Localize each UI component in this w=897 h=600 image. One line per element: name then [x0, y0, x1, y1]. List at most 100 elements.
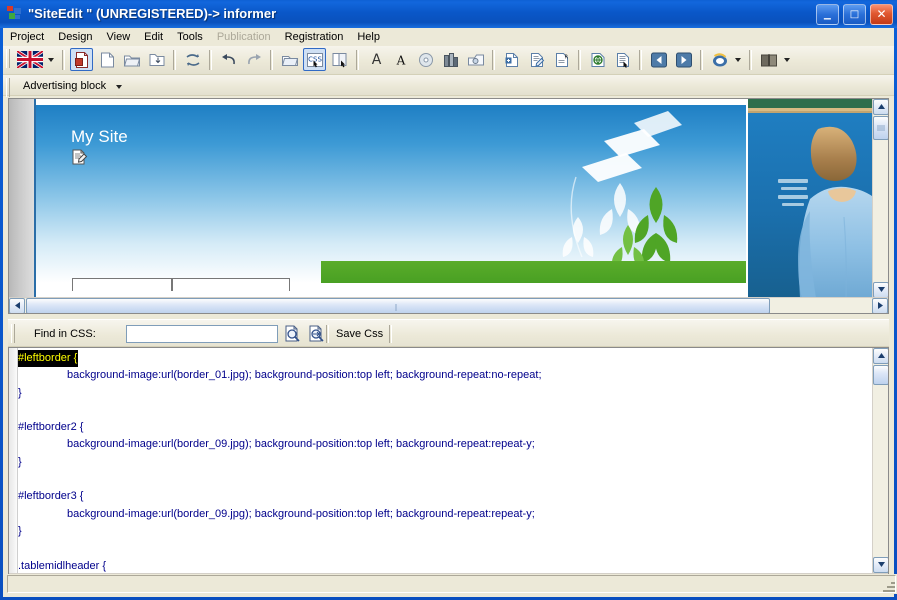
css-editor-text[interactable]: #leftborder {background-image:url(border…: [18, 350, 872, 573]
menu-item-tools[interactable]: Tools: [170, 28, 210, 46]
book-icon[interactable]: [757, 48, 780, 71]
preview-vertical-scroll-thumb[interactable]: [873, 116, 888, 140]
css-editor-icon[interactable]: CSS: [303, 48, 326, 71]
blocks-toolbar-grip[interactable]: [5, 78, 11, 99]
find-toolbar-separator: [326, 325, 329, 343]
undo-icon[interactable]: [217, 48, 240, 71]
preview-site-title: My Site: [71, 127, 128, 146]
css-line[interactable]: [18, 402, 872, 419]
upload-page-icon[interactable]: [464, 48, 487, 71]
save-document-icon[interactable]: [145, 48, 168, 71]
preview-horizontal-scroll-thumb[interactable]: [26, 298, 770, 313]
css-scroll-down-button[interactable]: [873, 557, 888, 573]
blocks-toolbar: Advertising block: [3, 75, 894, 99]
register-page-icon[interactable]: R: [550, 48, 573, 71]
css-line[interactable]: }: [18, 454, 872, 471]
css-line[interactable]: .tablemidlheader {: [18, 558, 872, 573]
css-scroll-up-button[interactable]: [873, 348, 888, 364]
menu-item-publication: Publication: [216, 31, 271, 43]
forward-arrow-icon[interactable]: [672, 48, 695, 71]
menu-item-registration[interactable]: Registration: [278, 28, 351, 46]
refresh-icon[interactable]: [181, 48, 204, 71]
toolbar-separator: [578, 50, 581, 70]
preview-scroll-right-button[interactable]: [872, 298, 888, 313]
font-small-icon[interactable]: A: [364, 48, 387, 71]
toolbar-separator: [209, 50, 212, 70]
css-line[interactable]: #leftborder {: [18, 350, 872, 368]
browser-preview-icon[interactable]: [708, 48, 731, 71]
preview-horizontal-scrollbar[interactable]: [9, 297, 888, 313]
find-next-icon[interactable]: [308, 325, 328, 344]
css-line[interactable]: }: [18, 523, 872, 540]
language-dropdown-arrow[interactable]: [45, 48, 58, 71]
save-css-button[interactable]: Save Css: [330, 325, 389, 343]
css-line-text: #leftborder3 {: [18, 490, 84, 503]
open-folder-icon[interactable]: [120, 48, 143, 71]
maximize-button[interactable]: □: [842, 4, 866, 25]
minimize-button[interactable]: _: [815, 4, 839, 25]
copy-page-icon[interactable]: [611, 48, 634, 71]
advertising-block-combo[interactable]: Advertising block: [19, 78, 124, 94]
menu-item-view[interactable]: View: [100, 28, 138, 46]
redo-icon[interactable]: [242, 48, 265, 71]
toolbar-separator: [700, 50, 703, 70]
menu-item-project[interactable]: Project: [3, 28, 51, 46]
publish-page-icon[interactable]: [70, 48, 93, 71]
cd-disc-icon[interactable]: [414, 48, 437, 71]
siteedit-app-icon: [6, 5, 23, 22]
css-line[interactable]: }: [18, 385, 872, 402]
link-page-icon[interactable]: [586, 48, 609, 71]
menu-item-edit[interactable]: Edit: [137, 28, 170, 46]
svg-text:R: R: [564, 54, 568, 60]
book-dropdown-arrow[interactable]: [781, 48, 794, 71]
find-toolbar-grip[interactable]: [10, 324, 16, 345]
toolbar-separator: [639, 50, 642, 70]
preview-scroll-down-button[interactable]: [873, 282, 888, 298]
find-previous-icon[interactable]: [284, 325, 304, 344]
window-frame: "SiteEdit " (UNREGISTERED)-> informer _ …: [0, 0, 897, 600]
preview-viewport[interactable]: My Site: [9, 99, 873, 298]
page-properties-icon[interactable]: [328, 48, 351, 71]
menu-item-design[interactable]: Design: [51, 28, 99, 46]
edit-block-icon[interactable]: [72, 149, 88, 165]
preview-box-cell: [72, 278, 172, 291]
columns-icon[interactable]: [439, 48, 462, 71]
css-line-text: #leftborder {: [18, 350, 79, 368]
toolbar-separator: [173, 50, 176, 70]
css-line[interactable]: [18, 471, 872, 488]
toolbar-separator: [356, 50, 359, 70]
back-arrow-icon[interactable]: [647, 48, 670, 71]
css-line[interactable]: #leftborder3 {: [18, 488, 872, 505]
preview-scroll-left-button[interactable]: [9, 298, 25, 313]
find-toolbar-separator: [389, 325, 392, 343]
window-resize-grip[interactable]: [881, 579, 895, 593]
css-line[interactable]: [18, 540, 872, 557]
css-line[interactable]: background-image:url(border_09.jpg); bac…: [18, 436, 872, 453]
preview-banner: My Site: [36, 105, 746, 283]
open-project-icon[interactable]: [278, 48, 301, 71]
new-document-icon[interactable]: [95, 48, 118, 71]
close-button[interactable]: ✕: [870, 4, 893, 25]
css-line-text: background-image:url(border_09.jpg); bac…: [67, 507, 535, 520]
font-large-icon[interactable]: A: [389, 48, 412, 71]
add-page-icon[interactable]: [500, 48, 523, 71]
css-vertical-scroll-thumb[interactable]: [873, 365, 888, 385]
css-line[interactable]: background-image:url(border_01.jpg); bac…: [18, 367, 872, 384]
find-input[interactable]: [126, 325, 278, 343]
toolbar-separator: [270, 50, 273, 70]
css-line-text: }: [18, 386, 22, 399]
menu-item-help[interactable]: Help: [350, 28, 387, 46]
edit-page-icon[interactable]: [525, 48, 548, 71]
preview-scroll-up-button[interactable]: [873, 99, 888, 115]
uk-flag-icon[interactable]: [16, 49, 44, 70]
css-line[interactable]: #leftborder2 {: [18, 419, 872, 436]
css-line[interactable]: background-image:url(border_09.jpg); bac…: [18, 506, 872, 523]
menu-bar: Project Design View Edit Tools Publication Reg…: [3, 28, 894, 46]
toolbar-grip[interactable]: [5, 49, 11, 70]
preview-left-gutter: [9, 99, 36, 298]
browser-dropdown-arrow[interactable]: [732, 48, 745, 71]
preview-vertical-scrollbar[interactable]: [872, 99, 888, 298]
boy-at-blackboard-photo: [748, 99, 873, 298]
scroll-thumb-grip: [395, 302, 402, 311]
css-vertical-scrollbar[interactable]: [872, 348, 888, 573]
